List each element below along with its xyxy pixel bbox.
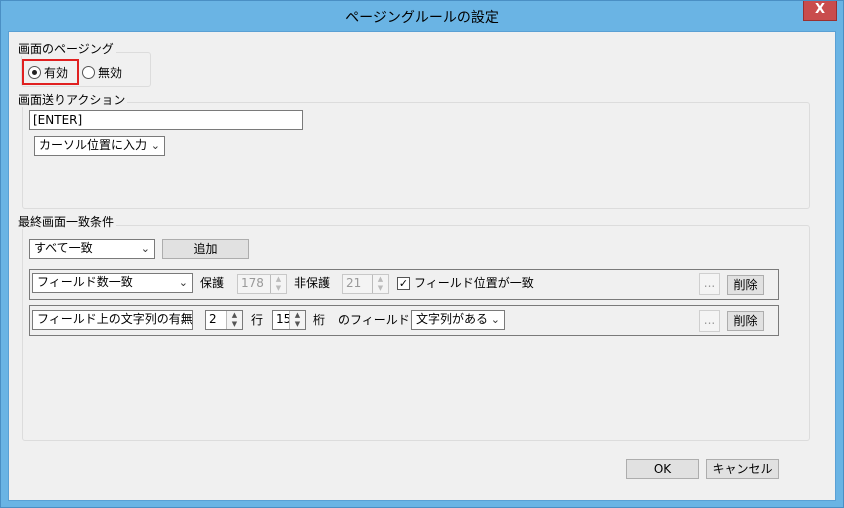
string-condition-value: 文字列がある [416,312,489,326]
row-options-button[interactable]: ... [699,273,720,295]
protected-count-stepper[interactable]: 178 ▲ ▼ [237,274,287,294]
ok-button[interactable]: OK [626,459,699,479]
condition-type-value: フィールド上の文字列の有無 [37,312,193,326]
send-action-group-label: 画面送りアクション [16,93,128,107]
row-options-button[interactable]: ... [699,310,720,332]
protected-label: 保護 [200,276,225,290]
unprotected-label: 非保護 [294,276,331,290]
cancel-button[interactable]: キャンセル [706,459,779,479]
radio-unchecked-icon [82,65,95,79]
chevron-down-icon: ⌄ [150,139,160,152]
checkbox-checked-icon[interactable]: ✓ [397,277,410,290]
delete-row-button[interactable]: 削除 [727,275,764,295]
field-position-match-label: フィールド位置が一致 [414,276,534,290]
paging-enabled-label: 有効 [44,65,69,80]
spin-arrows-icon[interactable]: ▲ ▼ [270,275,286,293]
condition-type-select[interactable]: フィールド上の文字列の有無 ⌄ [32,310,193,330]
radio-checked-icon [28,65,41,79]
chevron-down-icon: ⌄ [178,276,188,289]
chevron-down-icon: ⌄ [178,313,188,326]
dialog-body: 画面のページング 有効 無効 画面送りアクション [ENTER] カーソル位置に… [8,31,836,501]
condition-type-select[interactable]: フィールド数一致 ⌄ [32,273,193,293]
column-number-stepper[interactable]: 15 ▲ ▼ [272,310,306,330]
match-mode-select[interactable]: すべて一致 ⌄ [29,239,155,259]
condition-type-value: フィールド数一致 [37,275,133,289]
spin-arrows-icon[interactable]: ▲ ▼ [226,311,242,329]
unprotected-count-stepper[interactable]: 21 ▲ ▼ [342,274,389,294]
dialog-title: ページングルールの設定 [345,10,499,26]
delete-row-button[interactable]: 削除 [727,311,764,331]
position-select-value: カーソル位置に入力 [39,138,148,152]
close-button[interactable]: X [803,1,837,21]
row-number-stepper[interactable]: 2 ▲ ▼ [205,310,243,330]
string-condition-select[interactable]: 文字列がある ⌄ [411,310,505,330]
spin-arrows-icon[interactable]: ▲ ▼ [289,311,305,329]
row-number-value: 2 [209,312,217,326]
column-unit-label: 桁 [313,313,326,327]
chevron-down-icon: ⌄ [490,313,500,326]
position-select[interactable]: カーソル位置に入力 ⌄ [34,136,165,156]
row-unit-label: 行 [251,313,264,327]
match-mode-value: すべて一致 [34,241,93,255]
field-label: のフィールドに [338,313,422,327]
paging-disabled-label: 無効 [98,65,123,80]
send-key-input[interactable]: [ENTER] [29,110,303,130]
unprotected-count-value: 21 [346,276,362,290]
match-condition-group-label: 最終画面一致条件 [16,215,117,229]
paging-enabled-radio[interactable]: 有効 [28,64,68,80]
paging-group-label: 画面のページング [16,42,116,56]
protected-count-value: 178 [241,276,264,290]
add-condition-button[interactable]: 追加 [162,239,249,259]
paging-disabled-radio[interactable]: 無効 [82,64,122,80]
chevron-down-icon: ⌄ [140,242,150,255]
title-bar[interactable]: ページングルールの設定 X [1,1,843,31]
spin-arrows-icon[interactable]: ▲ ▼ [372,275,388,293]
dialog-window: ページングルールの設定 X 画面のページング 有効 無効 画面送りアクション [… [0,0,844,508]
